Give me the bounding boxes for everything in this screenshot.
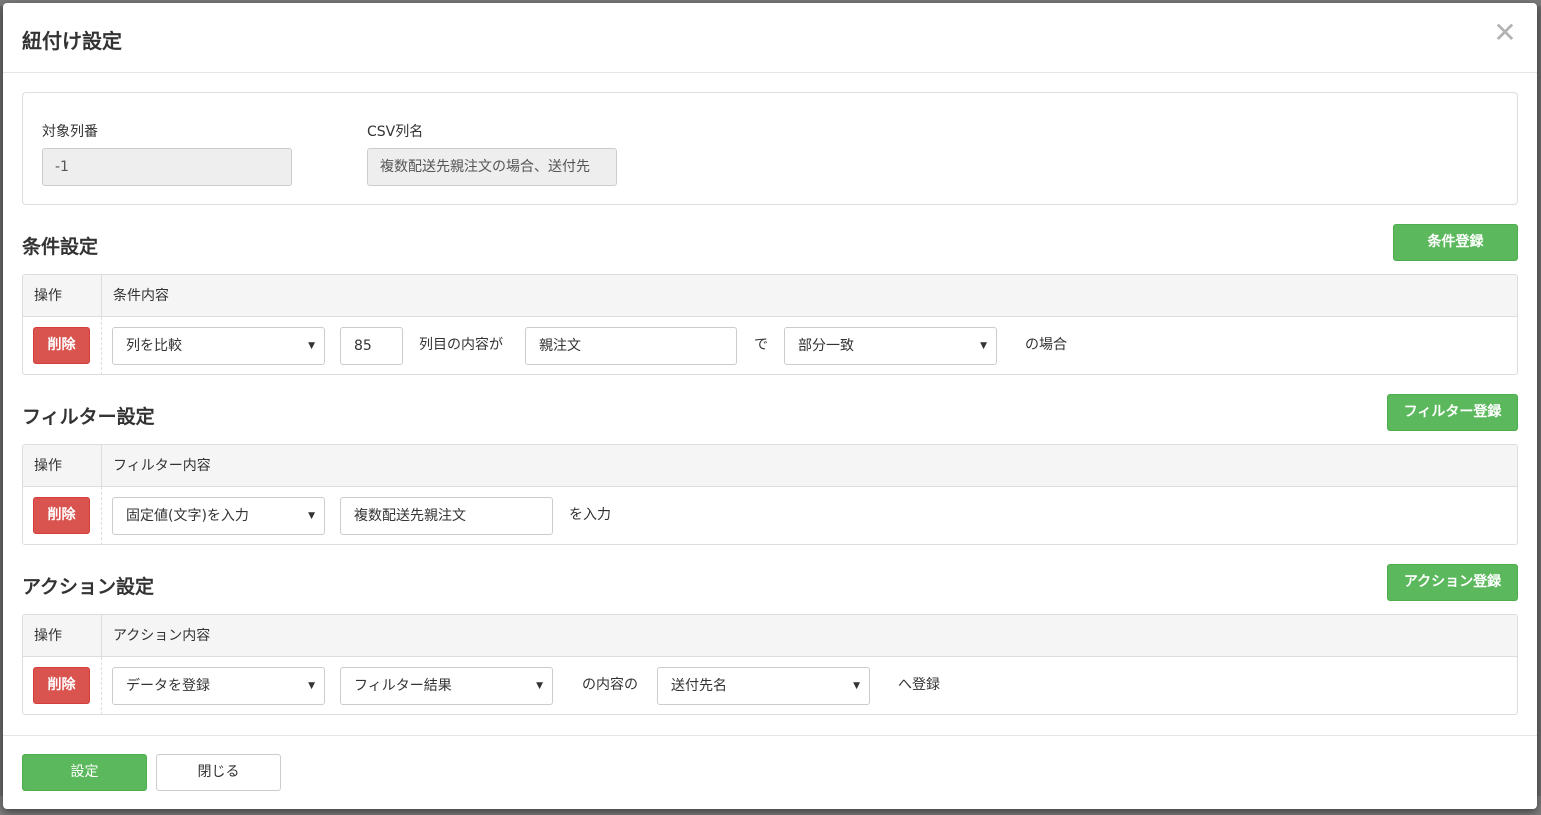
- target-col-label: 対象列番: [42, 124, 98, 140]
- filter-text-1: を入力: [569, 507, 611, 523]
- actions-title: アクション設定: [22, 576, 155, 598]
- header-content: 条件内容: [113, 288, 169, 304]
- table-header: 操作 フィルター内容: [23, 445, 1517, 487]
- add-action-button[interactable]: アクション登録: [1387, 564, 1518, 601]
- column-divider: [101, 487, 102, 544]
- action-text-2: へ登録: [898, 677, 940, 693]
- filter-type-select[interactable]: 固定値(文字)を入力 ▼: [112, 497, 325, 535]
- filter-value-input[interactable]: 複数配送先親注文: [340, 497, 553, 535]
- column-divider: [101, 317, 102, 374]
- condition-row: 削除 列を比較 ▼ 85 列目の内容が 親注文 で 部分一致 ▼ の場合: [23, 317, 1517, 374]
- column-divider: [101, 657, 102, 714]
- condition-text-3: の場合: [1025, 337, 1067, 353]
- close-button[interactable]: 閉じる: [156, 754, 281, 791]
- add-filter-button[interactable]: フィルター登録: [1387, 394, 1518, 431]
- condition-type-select[interactable]: 列を比較 ▼: [112, 327, 325, 365]
- csv-col-field: 複数配送先親注文の場合、送付先: [367, 148, 617, 186]
- chevron-down-icon: ▼: [308, 511, 315, 521]
- delete-filter-button[interactable]: 削除: [33, 497, 90, 534]
- match-mode-select[interactable]: 部分一致 ▼: [784, 327, 997, 365]
- header-content: アクション内容: [113, 628, 211, 644]
- filters-title: フィルター設定: [22, 406, 155, 428]
- delete-condition-button[interactable]: 削除: [33, 327, 90, 364]
- chevron-down-icon: ▼: [536, 681, 543, 691]
- condition-text-2: で: [754, 337, 768, 353]
- table-header: 操作 アクション内容: [23, 615, 1517, 657]
- action-source-select[interactable]: フィルター結果 ▼: [340, 667, 553, 705]
- filters-table: 操作 フィルター内容 削除 固定値(文字)を入力 ▼ 複数配送先親注文 を入力: [22, 444, 1518, 545]
- action-text-1: の内容の: [582, 677, 638, 693]
- condition-text-1: 列目の内容が: [419, 337, 503, 353]
- target-column-info: 対象列番 -1 CSV列名 複数配送先親注文の場合、送付先: [22, 92, 1518, 205]
- action-source-value: フィルター結果: [354, 678, 452, 694]
- delete-action-button[interactable]: 削除: [33, 667, 90, 704]
- action-target-select[interactable]: 送付先名 ▼: [657, 667, 870, 705]
- conditions-table: 操作 条件内容 削除 列を比較 ▼ 85 列目の内容が 親注文 で 部分一致 ▼…: [22, 274, 1518, 375]
- column-number-input[interactable]: 85: [340, 327, 403, 365]
- action-target-value: 送付先名: [671, 678, 727, 694]
- header-op: 操作: [23, 615, 102, 657]
- chevron-down-icon: ▼: [853, 681, 860, 691]
- action-type-value: データを登録: [126, 678, 210, 694]
- link-settings-modal: 紐付け設定 ✕ 対象列番 -1 CSV列名 複数配送先親注文の場合、送付先 条件…: [3, 3, 1537, 809]
- add-condition-button[interactable]: 条件登録: [1393, 224, 1518, 261]
- target-col-field: -1: [42, 148, 292, 186]
- modal-header: 紐付け設定 ✕: [3, 3, 1537, 73]
- modal-title: 紐付け設定: [22, 29, 122, 53]
- match-mode-value: 部分一致: [798, 338, 854, 354]
- chevron-down-icon: ▼: [308, 341, 315, 351]
- table-header: 操作 条件内容: [23, 275, 1517, 317]
- match-value-input[interactable]: 親注文: [525, 327, 737, 365]
- conditions-title: 条件設定: [22, 236, 99, 258]
- close-icon[interactable]: ✕: [1491, 19, 1519, 47]
- csv-col-label: CSV列名: [367, 124, 424, 140]
- action-row: 削除 データを登録 ▼ フィルター結果 ▼ の内容の 送付先名 ▼ へ登録: [23, 657, 1517, 714]
- action-type-select[interactable]: データを登録 ▼: [112, 667, 325, 705]
- actions-table: 操作 アクション内容 削除 データを登録 ▼ フィルター結果 ▼ の内容の 送付…: [22, 614, 1518, 715]
- header-op: 操作: [23, 275, 102, 317]
- chevron-down-icon: ▼: [980, 341, 987, 351]
- submit-button[interactable]: 設定: [22, 754, 147, 791]
- filter-type-value: 固定値(文字)を入力: [126, 508, 249, 524]
- header-op: 操作: [23, 445, 102, 487]
- modal-footer-divider: [3, 735, 1537, 736]
- chevron-down-icon: ▼: [308, 681, 315, 691]
- filter-row: 削除 固定値(文字)を入力 ▼ 複数配送先親注文 を入力: [23, 487, 1517, 544]
- header-content: フィルター内容: [113, 458, 211, 474]
- condition-type-value: 列を比較: [126, 338, 182, 354]
